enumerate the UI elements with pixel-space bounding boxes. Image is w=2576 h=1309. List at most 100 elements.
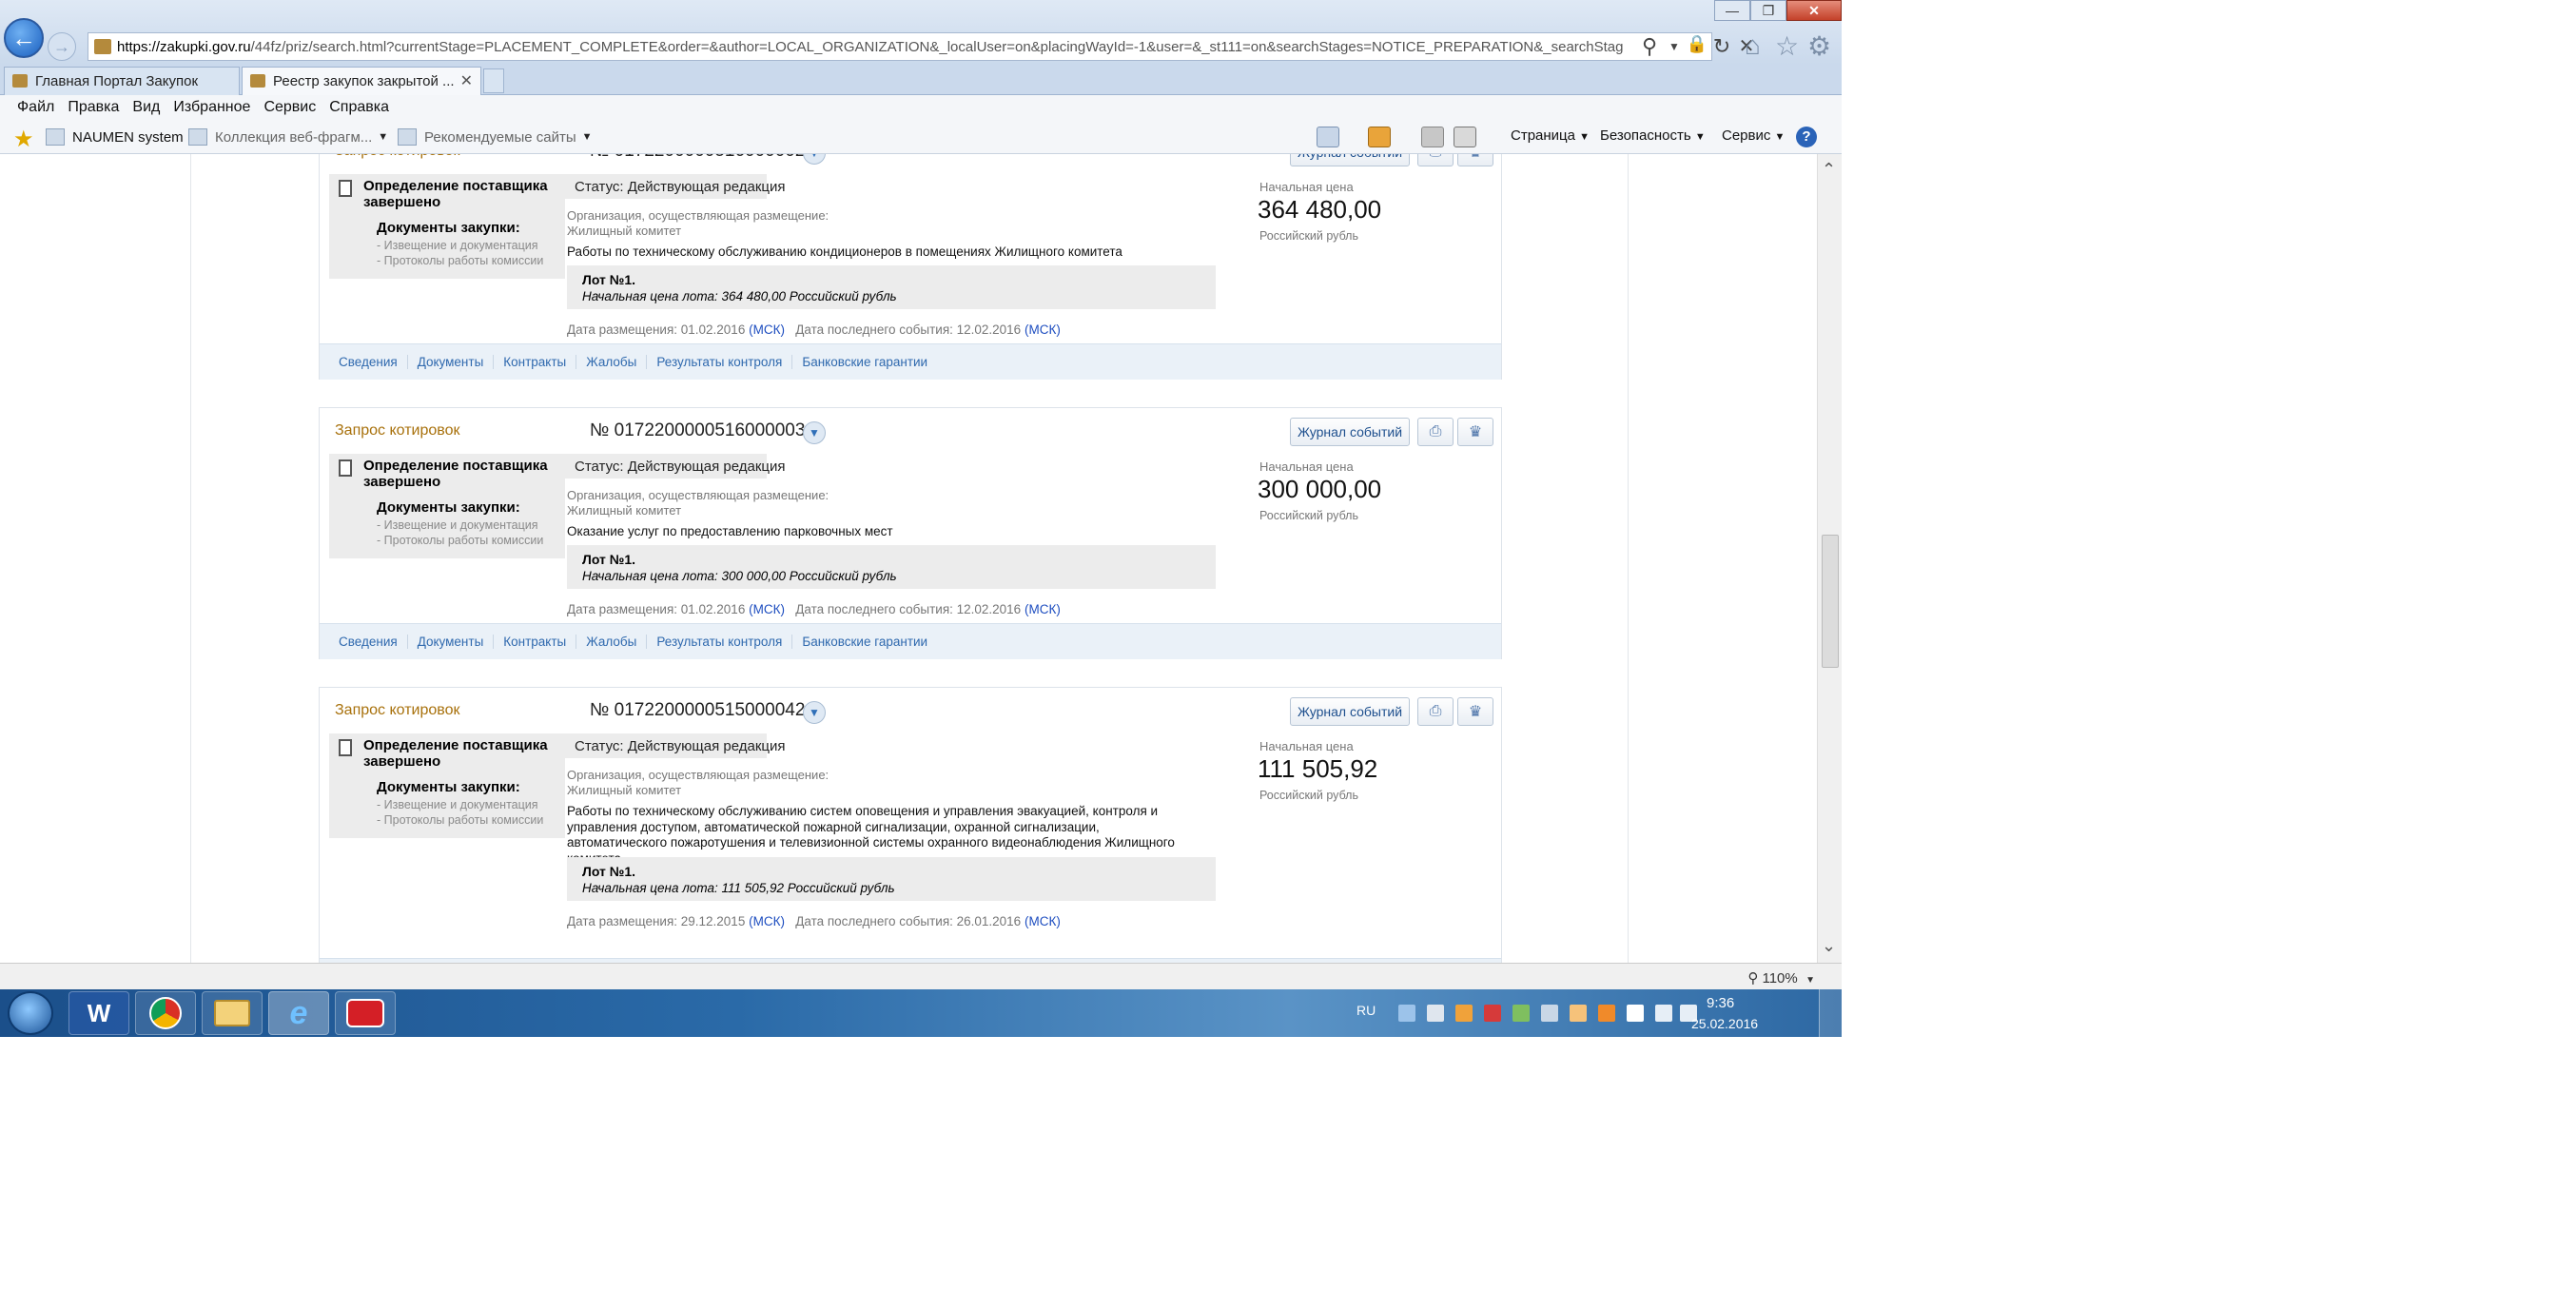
doc-link-protocols[interactable]: - Протоколы работы комиссии xyxy=(377,534,543,547)
card-tab-info[interactable]: Сведения xyxy=(329,635,408,649)
document-icon xyxy=(339,180,352,197)
word-app-button[interactable]: W xyxy=(68,991,129,1035)
status-label: Статус: Действующая редакция xyxy=(565,733,785,758)
tray-app-icon[interactable] xyxy=(1541,1005,1558,1022)
doc-link-protocols[interactable]: - Протоколы работы комиссии xyxy=(377,254,543,267)
card-tab-contracts[interactable]: Контракты xyxy=(494,635,577,649)
address-bar[interactable]: https://zakupki.gov.ru/44fz/priz/search.… xyxy=(88,32,1712,61)
favorites-star-icon[interactable]: ★ xyxy=(13,126,34,153)
tab-home-portal[interactable]: Главная Портал Закупок xyxy=(4,67,240,95)
chevron-down-icon[interactable]: ▼ xyxy=(803,421,826,444)
help-icon[interactable]: ? xyxy=(1796,127,1817,147)
menu-file[interactable]: Файл xyxy=(17,99,54,116)
lot-box: Лот №1. Начальная цена лота: 111 505,92 … xyxy=(567,857,1216,901)
vertical-scrollbar[interactable]: ⌃ ⌄ xyxy=(1817,154,1842,963)
chevron-down-icon: ▼ xyxy=(1805,975,1815,986)
tools-menu[interactable]: Сервис ▼ xyxy=(1722,127,1785,144)
menu-view[interactable]: Вид xyxy=(132,99,160,116)
purchase-number[interactable]: № 0172200000516000002 xyxy=(590,154,805,162)
menu-edit[interactable]: Правка xyxy=(68,99,119,116)
security-menu[interactable]: Безопасность ▼ xyxy=(1600,127,1706,144)
search-icon[interactable]: ⚲ xyxy=(1636,34,1663,59)
card-tab-bank-guarantees[interactable]: Банковские гарантии xyxy=(792,355,937,369)
emblem-icon[interactable]: ♛ xyxy=(1457,154,1493,166)
url-domain: https://zakupki.gov.ru xyxy=(117,38,251,55)
favorite-suggested-sites[interactable]: Рекомендуемые сайты ▼ xyxy=(398,128,593,146)
new-tab-button[interactable] xyxy=(483,68,504,93)
chevron-up-icon[interactable]: ⌃ xyxy=(1822,160,1836,180)
favorites-star-icon[interactable]: ☆ xyxy=(1775,30,1799,62)
lock-icon[interactable]: 🔒 xyxy=(1684,34,1710,54)
home-icon[interactable]: ⌂ xyxy=(1745,30,1761,61)
doc-link-protocols[interactable]: - Протоколы работы комиссии xyxy=(377,813,543,827)
event-journal-button[interactable]: Журнал событий xyxy=(1290,697,1410,726)
tray-app-icon[interactable] xyxy=(1598,1005,1615,1022)
menu-tools[interactable]: Сервис xyxy=(263,99,316,116)
print-icon[interactable] xyxy=(1454,127,1476,147)
bluetooth-icon[interactable] xyxy=(1398,1005,1415,1022)
card-tab-documents[interactable]: Документы xyxy=(408,635,495,649)
card-tab-contracts[interactable]: Контракты xyxy=(494,355,577,369)
menu-favorites[interactable]: Избранное xyxy=(173,99,250,116)
home-command-icon[interactable] xyxy=(1317,127,1339,147)
show-desktop-button[interactable] xyxy=(1819,989,1842,1037)
chevron-down-icon[interactable]: ▼ xyxy=(803,154,826,165)
page-menu[interactable]: Страница ▼ xyxy=(1511,127,1590,144)
zoom-control[interactable]: ⚲ 110% ▼ xyxy=(1747,969,1815,987)
print-icon[interactable]: ⎙ xyxy=(1417,697,1454,726)
ie-app-button[interactable]: e xyxy=(268,991,329,1035)
tray-app-icon[interactable] xyxy=(1570,1005,1587,1022)
forward-button[interactable]: → xyxy=(48,32,76,61)
purchase-number[interactable]: № 0172200000516000003 xyxy=(590,420,805,441)
event-journal-button[interactable]: Журнал событий xyxy=(1290,154,1410,166)
start-button[interactable] xyxy=(8,991,53,1035)
purchase-number[interactable]: № 0172200000515000042 xyxy=(590,700,805,721)
card-tab-control-results[interactable]: Результаты контроля xyxy=(647,635,793,649)
card-tab-complaints[interactable]: Жалобы xyxy=(576,355,648,369)
card-tab-control-results[interactable]: Результаты контроля xyxy=(647,355,793,369)
print-icon[interactable]: ⎙ xyxy=(1417,418,1454,446)
language-indicator[interactable]: RU xyxy=(1356,1003,1376,1018)
tray-app-icon[interactable] xyxy=(1427,1005,1444,1022)
favorite-web-slices[interactable]: Коллекция веб-фрагм... ▼ xyxy=(188,128,388,146)
doc-link-notice[interactable]: - Извещение и документация xyxy=(377,518,538,532)
card-tab-complaints[interactable]: Жалобы xyxy=(576,635,648,649)
print-icon[interactable]: ⎙ xyxy=(1417,154,1454,166)
clock-time[interactable]: 9:36 xyxy=(1707,995,1734,1011)
tray-app-icon[interactable] xyxy=(1512,1005,1530,1022)
timezone-label: (МСК) xyxy=(749,914,785,928)
tray-app-icon[interactable] xyxy=(1484,1005,1501,1022)
card-tab-documents[interactable]: Документы xyxy=(408,355,495,369)
gear-icon[interactable]: ⚙ xyxy=(1807,30,1831,62)
rss-feeds-icon[interactable] xyxy=(1368,127,1391,147)
menu-help[interactable]: Справка xyxy=(329,99,389,116)
tab-close-icon[interactable]: ✕ xyxy=(460,71,473,90)
chevron-down-icon[interactable]: ⌄ xyxy=(1822,936,1836,956)
event-journal-button[interactable]: Журнал событий xyxy=(1290,418,1410,446)
media-app-button[interactable] xyxy=(335,991,396,1035)
doc-link-notice[interactable]: - Извещение и документация xyxy=(377,239,538,252)
refresh-icon[interactable]: ↻ xyxy=(1708,34,1735,59)
docs-title: Документы закупки: xyxy=(377,220,520,236)
tray-app-icon[interactable] xyxy=(1455,1005,1473,1022)
explorer-app-button[interactable] xyxy=(202,991,263,1035)
emblem-icon[interactable]: ♛ xyxy=(1457,418,1493,446)
chrome-app-button[interactable] xyxy=(135,991,196,1035)
favorite-naumen[interactable]: NAUMEN system xyxy=(46,128,184,146)
card-tab-bank-guarantees[interactable]: Банковские гарантии xyxy=(792,635,937,649)
restore-button[interactable]: ❐ xyxy=(1750,0,1786,21)
card-tab-info[interactable]: Сведения xyxy=(329,355,408,369)
date-last-event: Дата последнего события: 12.02.2016 xyxy=(795,322,1022,337)
chevron-down-icon[interactable]: ▼ xyxy=(803,701,826,724)
tab-registry[interactable]: Реестр закупок закрытой ... ✕ xyxy=(242,67,481,95)
emblem-icon[interactable]: ♛ xyxy=(1457,697,1493,726)
back-button[interactable]: ← xyxy=(4,18,44,58)
flag-icon[interactable] xyxy=(1627,1005,1644,1022)
window-close-button[interactable]: ✕ xyxy=(1786,0,1842,21)
clock-date[interactable]: 25.02.2016 xyxy=(1691,1016,1758,1031)
scrollbar-thumb[interactable] xyxy=(1822,535,1839,668)
read-mail-icon[interactable] xyxy=(1421,127,1444,147)
network-icon[interactable] xyxy=(1655,1005,1672,1022)
doc-link-notice[interactable]: - Извещение и документация xyxy=(377,798,538,811)
minimize-button[interactable]: — xyxy=(1714,0,1750,21)
